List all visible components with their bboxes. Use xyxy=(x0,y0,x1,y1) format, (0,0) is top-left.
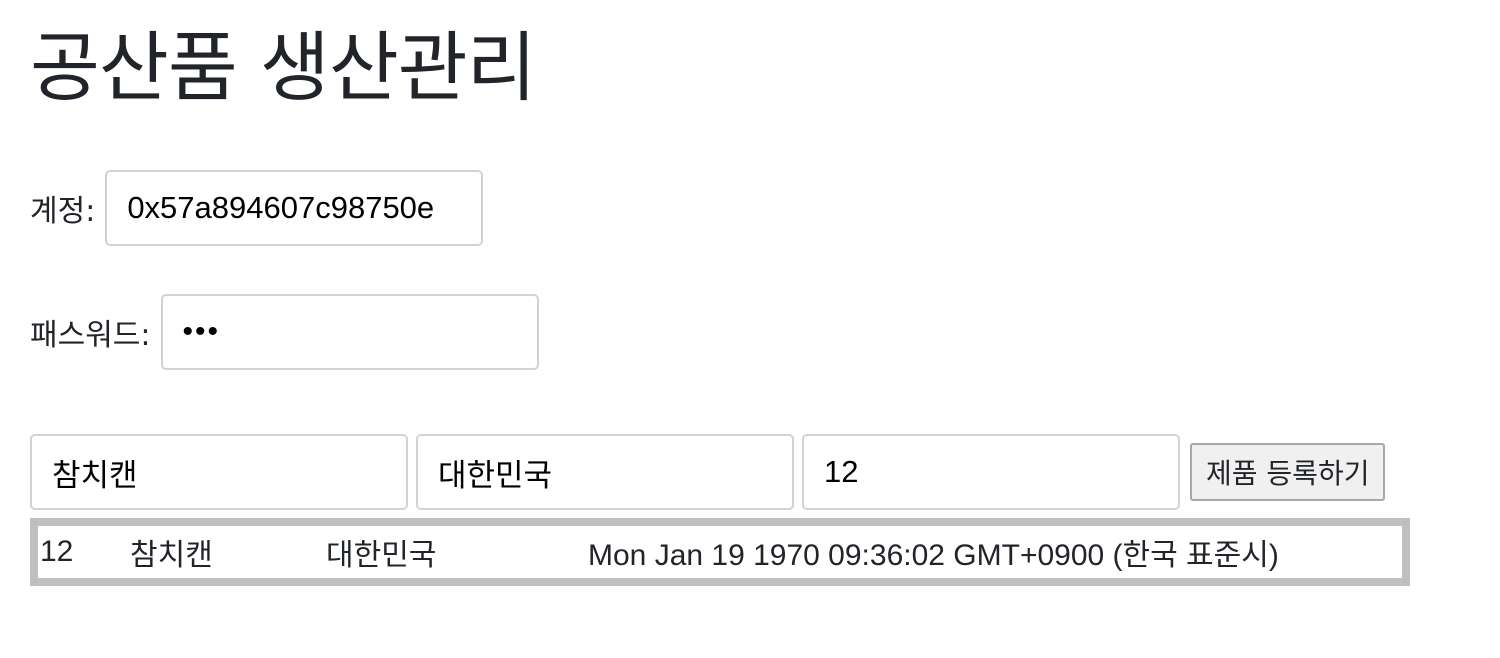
register-product-button[interactable]: 제품 등록하기 xyxy=(1190,443,1386,501)
product-table: 12 참치캔 대한민국 Mon Jan 19 1970 09:36:02 GMT… xyxy=(30,518,1410,586)
product-name-cell: 참치캔 xyxy=(130,539,213,572)
product-form: 제품 등록하기 xyxy=(30,434,1386,510)
page: 공산품 생산관리 계정: 패스워드: 제품 등록하기 12 참치캔 대한민국 M… xyxy=(0,0,1500,658)
account-label: 계정: xyxy=(30,194,96,229)
page-title: 공산품 생산관리 xyxy=(30,23,537,112)
password-input[interactable] xyxy=(160,294,539,370)
product-quantity-input[interactable] xyxy=(802,434,1180,510)
account-row: 계정: xyxy=(30,170,484,246)
product-date-cell: Mon Jan 19 1970 09:36:02 GMT+0900 (한국 표준… xyxy=(588,539,1279,572)
product-name-input[interactable] xyxy=(30,434,408,510)
password-label: 패스워드: xyxy=(30,318,151,353)
table-row: 12 참치캔 대한민국 Mon Jan 19 1970 09:36:02 GMT… xyxy=(38,526,1402,578)
password-row: 패스워드: xyxy=(30,294,539,370)
product-origin-input[interactable] xyxy=(416,434,794,510)
account-input[interactable] xyxy=(105,170,484,246)
product-id-cell: 12 xyxy=(40,535,74,568)
product-origin-cell: 대한민국 xyxy=(326,539,437,572)
